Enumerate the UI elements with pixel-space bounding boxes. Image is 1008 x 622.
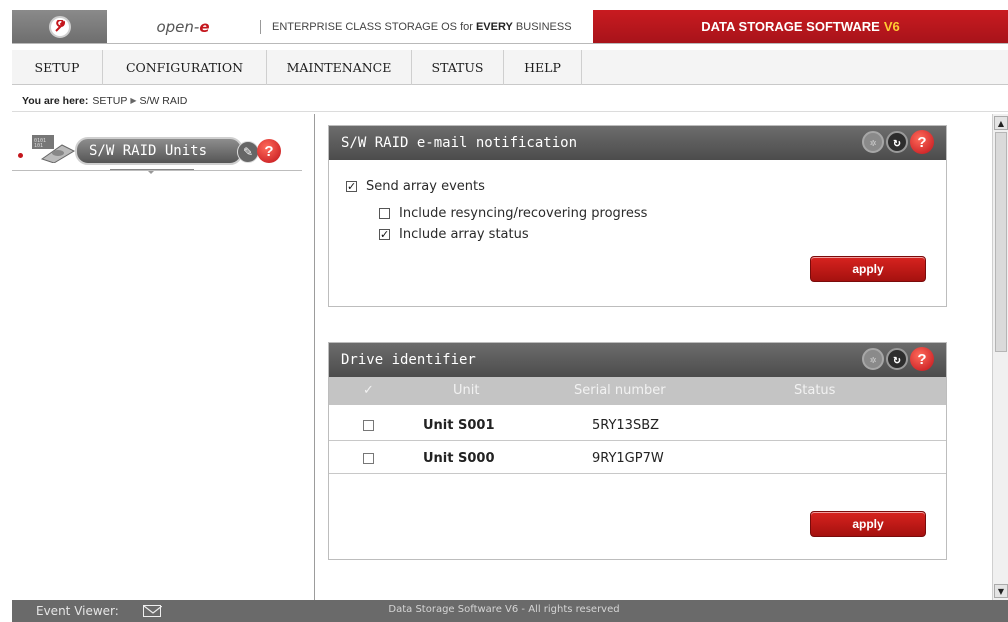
serial-cell: 9RY1GP7W [592,451,664,466]
top-header: open-e ENTERPRISE CLASS STORAGE OS for E… [12,10,1008,44]
include-array-status-option[interactable]: ✓ Include array status [379,227,529,242]
email-apply-button[interactable]: apply [810,256,926,282]
wrench-icon [48,15,71,38]
column-check: ✓ [363,383,374,398]
send-array-events-checkbox[interactable]: ✓ [346,181,357,192]
main-menu: SETUP CONFIGURATION MAINTENANCE STATUS H… [12,50,1008,85]
collapse-tab-icon[interactable] [110,169,194,174]
loading-icon: ✲ [862,348,884,370]
tool-icon[interactable]: ✎ [237,141,259,163]
drive-apply-button[interactable]: apply [810,511,926,537]
product-version: V6 [883,19,900,34]
menu-maintenance[interactable]: MAINTENANCE [267,50,412,85]
column-status: Status [794,383,836,398]
home-logo-button[interactable] [12,10,107,43]
brand-e: e [199,17,210,36]
row-checkbox[interactable] [363,420,374,431]
product-banner: DATA STORAGE SOFTWARE V6 [593,10,1008,43]
tagline: ENTERPRISE CLASS STORAGE OS for EVERY BU… [272,10,572,43]
serial-cell: 5RY13SBZ [592,418,660,433]
send-array-events-label: Send array events [366,179,485,194]
help-icon[interactable]: ? [257,139,281,163]
unit-cell: Unit S000 [423,451,495,466]
column-unit: Unit [453,383,480,398]
drive-panel-header: Drive identifier ✲ ↻ ? [329,343,946,377]
tagline-suffix: BUSINESS [515,20,572,33]
brand-divider [260,20,261,34]
include-resyncing-checkbox[interactable] [379,208,390,219]
help-icon[interactable]: ? [910,130,934,154]
include-resyncing-label: Include resyncing/recovering progress [399,206,648,221]
brand-logo: open-e [108,10,258,43]
copyright-text: Data Storage Software V6 - All rights re… [388,604,620,615]
refresh-icon[interactable]: ↻ [886,348,908,370]
column-serial: Serial number [574,383,666,398]
help-icon[interactable]: ? [910,347,934,371]
scroll-up-icon[interactable]: ▲ [994,116,1008,130]
swraid-units-title: S/W RAID Units [75,137,243,165]
breadcrumb-swraid[interactable]: S/W RAID [140,95,188,107]
email-notification-panel: S/W RAID e-mail notification ✲ ↻ ? ✓ Sen… [328,125,947,307]
table-row: Unit S000 9RY1GP7W [329,444,946,474]
scroll-thumb[interactable] [995,132,1007,352]
breadcrumb: You are here: SETUP ▶ S/W RAID [12,90,1008,112]
app-window: open-e ENTERPRISE CLASS STORAGE OS for E… [0,0,1008,622]
scroll-down-icon[interactable]: ▼ [994,584,1008,598]
left-panel: 0101 101 S/W RAID Units ✎ ? [12,114,315,600]
include-array-status-label: Include array status [399,227,529,242]
table-row: Unit S001 5RY13SBZ [329,411,946,441]
drive-identifier-panel: Drive identifier ✲ ↻ ? ✓ Unit Serial num… [328,342,947,560]
indicator-dot [18,153,23,158]
brand-text: open- [156,17,200,36]
drive-table-header: ✓ Unit Serial number Status [329,377,946,405]
breadcrumb-label: You are here: [22,94,89,107]
tagline-prefix: ENTERPRISE CLASS STORAGE OS for [272,20,473,33]
menu-status[interactable]: STATUS [412,50,504,85]
menu-setup[interactable]: SETUP [12,50,103,85]
include-resyncing-option[interactable]: Include resyncing/recovering progress [379,206,647,221]
email-panel-header: S/W RAID e-mail notification ✲ ↻ ? [329,126,946,160]
menu-configuration[interactable]: CONFIGURATION [103,50,267,85]
svg-text:101: 101 [34,143,43,149]
row-checkbox[interactable] [363,453,374,464]
tagline-bold: EVERY [475,20,513,33]
product-name: DATA STORAGE SOFTWARE [701,19,880,34]
drive-panel-controls: ✲ ↻ ? [862,347,934,371]
hard-disk-icon: 0101 101 [28,133,78,164]
refresh-icon[interactable]: ↻ [886,131,908,153]
drive-panel-title: Drive identifier [341,352,476,368]
left-panel-header: 0101 101 S/W RAID Units ✎ ? [12,129,302,167]
menu-help[interactable]: HELP [504,50,582,85]
email-panel-controls: ✲ ↻ ? [862,130,934,154]
email-panel-title: S/W RAID e-mail notification [341,135,578,151]
include-array-status-checkbox[interactable]: ✓ [379,229,390,240]
vertical-scrollbar[interactable]: ▲ ▼ [992,114,1008,600]
breadcrumb-setup[interactable]: SETUP [92,95,127,107]
breadcrumb-arrow-icon: ▶ [130,96,137,105]
send-array-events-option[interactable]: ✓ Send array events [346,179,485,194]
loading-icon: ✲ [862,131,884,153]
unit-cell: Unit S001 [423,418,495,433]
